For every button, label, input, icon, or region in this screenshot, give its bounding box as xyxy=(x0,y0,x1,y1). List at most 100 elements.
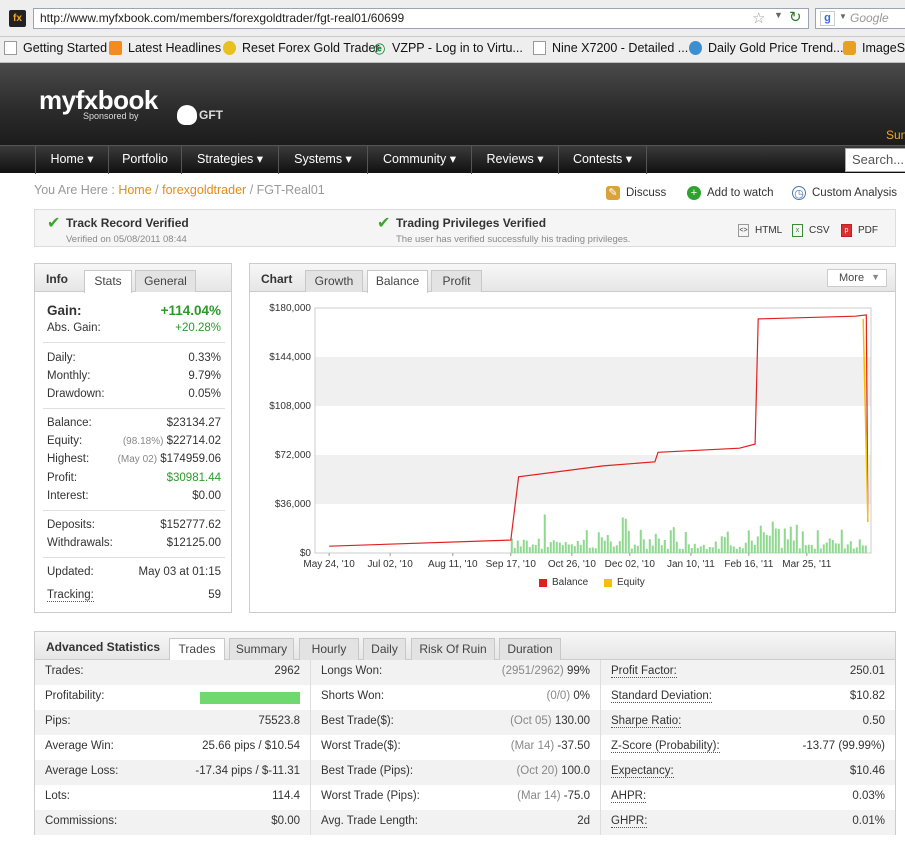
nav-community[interactable]: Community ▾ xyxy=(368,146,472,174)
tab-trades[interactable]: Trades xyxy=(169,638,225,661)
export-pdf-button[interactable]: p PDF xyxy=(841,224,878,237)
stat-value: $10.46 xyxy=(849,765,885,777)
stat-label[interactable]: Expectancy: xyxy=(611,765,674,778)
stat-cell: Profitability: xyxy=(35,685,311,710)
bookmark-item[interactable]: ImageS xyxy=(843,41,905,55)
tracking-link[interactable]: Tracking: xyxy=(47,589,94,602)
volume-bar xyxy=(807,544,810,553)
more-dropdown[interactable]: More ▼ xyxy=(827,269,887,287)
profit-value: $30981.44 xyxy=(166,472,221,484)
more-label: More xyxy=(839,272,865,284)
discuss-button[interactable]: ✎ Discuss xyxy=(606,186,666,200)
stat-cell: Shorts Won: (0/0) 0% xyxy=(311,685,601,710)
gain-value: +114.04% xyxy=(160,303,221,318)
volume-bar xyxy=(564,542,567,553)
stat-cell: Commissions: $0.00 xyxy=(35,810,311,835)
volume-bar xyxy=(582,539,585,553)
stat-label: Worst Trade($): xyxy=(321,740,401,752)
nav-portfolio[interactable]: Portfolio xyxy=(109,146,182,174)
abs-gain-label: Abs. Gain: xyxy=(47,322,101,334)
volume-bar xyxy=(822,544,825,553)
nav-contests[interactable]: Contests ▾ xyxy=(559,146,647,174)
stat-cell: Standard Deviation: $10.82 xyxy=(601,685,895,710)
tab-risk-of-ruin[interactable]: Risk Of Ruin xyxy=(411,638,495,660)
volume-bar xyxy=(801,531,804,553)
tab-general[interactable]: General xyxy=(135,270,196,292)
gft-logo[interactable]: GFT xyxy=(177,105,223,125)
volume-bar xyxy=(645,548,648,553)
bookmark-item[interactable]: Reset Forex Gold Trader xyxy=(223,41,380,55)
volume-bar xyxy=(585,530,588,553)
nav-strategies[interactable]: Strategies ▾ xyxy=(182,146,279,174)
search-engine-dropdown-icon[interactable]: ▼ xyxy=(839,12,847,21)
export-csv-button[interactable]: x CSV xyxy=(792,224,830,237)
tab-profit[interactable]: Profit xyxy=(431,270,482,292)
monthly-value: 9.79% xyxy=(188,370,221,382)
divider xyxy=(43,408,225,409)
volume-bar xyxy=(510,538,513,553)
drawdown-row: Drawdown: 0.05% xyxy=(47,388,221,400)
nav-reviews[interactable]: Reviews ▾ xyxy=(472,146,559,174)
bookmark-item[interactable]: Nine X7200 - Detailed ... xyxy=(533,41,688,55)
stat-label[interactable]: GHPR: xyxy=(611,815,648,828)
stat-value-group: $10.46 xyxy=(850,765,885,777)
breadcrumb-home-link[interactable]: Home xyxy=(118,183,151,197)
nav-systems[interactable]: Systems ▾ xyxy=(279,146,368,174)
add-to-watch-button[interactable]: + Add to watch xyxy=(687,186,773,200)
address-bar[interactable]: http://www.myfxbook.com/members/forexgol… xyxy=(33,8,809,29)
balance-label: Balance: xyxy=(47,417,92,429)
reload-icon[interactable]: ↻ xyxy=(789,8,802,26)
stat-label[interactable]: Standard Deviation: xyxy=(611,690,713,703)
volume-bar xyxy=(765,535,768,553)
tab-duration[interactable]: Duration xyxy=(499,638,561,660)
tab-stats[interactable]: Stats xyxy=(84,270,132,293)
balance-chart: $180,000 $144,000 $108,000 $72,000 $36,000 $0… xyxy=(269,303,872,570)
daily-row: Daily: 0.33% xyxy=(47,352,221,364)
stat-cell: AHPR: 0.03% xyxy=(601,785,895,810)
legend-balance: Balance xyxy=(539,577,588,588)
tab-hourly[interactable]: Hourly xyxy=(299,638,359,660)
bookmark-item[interactable]: ⓔ VZPP - Log in to Virtu... xyxy=(373,41,523,56)
stat-note: (Oct 05) xyxy=(510,715,552,727)
updated-label: Updated: xyxy=(47,566,94,578)
nav-home[interactable]: Home ▾ xyxy=(36,146,109,174)
bookmark-item[interactable]: Latest Headlines xyxy=(109,41,221,55)
y-tick-label: $180,000 xyxy=(269,303,311,314)
bookmark-label: ImageS xyxy=(862,41,905,55)
stat-value-group: (2951/2962) 99% xyxy=(502,665,590,677)
stat-label[interactable]: Profit Factor: xyxy=(611,665,677,678)
discuss-icon: ✎ xyxy=(606,186,620,200)
stat-label: Lots: xyxy=(45,790,70,802)
tab-balance[interactable]: Balance xyxy=(367,270,428,293)
tab-summary[interactable]: Summary xyxy=(229,638,294,660)
tab-growth[interactable]: Growth xyxy=(305,270,363,292)
stat-label[interactable]: AHPR: xyxy=(611,790,647,803)
stat-value-group: (Oct 20) 100.0 xyxy=(516,765,590,777)
volume-bar xyxy=(744,542,747,553)
browser-search-input[interactable]: g ▼ Google xyxy=(815,8,905,29)
bookmark-item[interactable]: Daily Gold Price Trend... xyxy=(689,41,843,55)
stat-label[interactable]: Sharpe Ratio: xyxy=(611,715,682,728)
bookmark-star-icon[interactable]: ☆ xyxy=(752,9,765,27)
site-search-input[interactable]: Search... xyxy=(845,148,905,172)
volume-bar xyxy=(540,548,543,553)
main-navigation: Home ▾ Portfolio Strategies ▾ Systems ▾ … xyxy=(0,145,905,174)
advanced-statistics-title: Advanced Statistics xyxy=(46,640,161,654)
stat-cell: Expectancy: $10.46 xyxy=(601,760,895,785)
html-file-icon: <> xyxy=(738,224,749,237)
stat-label[interactable]: Z-Score (Probability): xyxy=(611,740,720,753)
stat-value: 0.50 xyxy=(862,715,885,727)
volume-bar xyxy=(711,547,714,553)
stat-label: Avg. Trade Length: xyxy=(321,815,418,827)
history-dropdown-icon[interactable]: ▼ xyxy=(774,10,783,20)
monthly-row: Monthly: 9.79% xyxy=(47,370,221,382)
stat-value-group: 0.50 xyxy=(863,715,885,727)
volume-bar xyxy=(792,540,795,553)
bookmark-item[interactable]: Getting Started xyxy=(4,41,107,55)
custom-analysis-button[interactable]: ◷ Custom Analysis xyxy=(792,186,897,200)
export-html-button[interactable]: <> HTML xyxy=(738,224,782,237)
volume-bar xyxy=(759,525,762,553)
tab-daily[interactable]: Daily xyxy=(363,638,406,660)
breadcrumb-user-link[interactable]: forexgoldtrader xyxy=(162,183,246,197)
stat-cell: Best Trade (Pips): (Oct 20) 100.0 xyxy=(311,760,601,785)
